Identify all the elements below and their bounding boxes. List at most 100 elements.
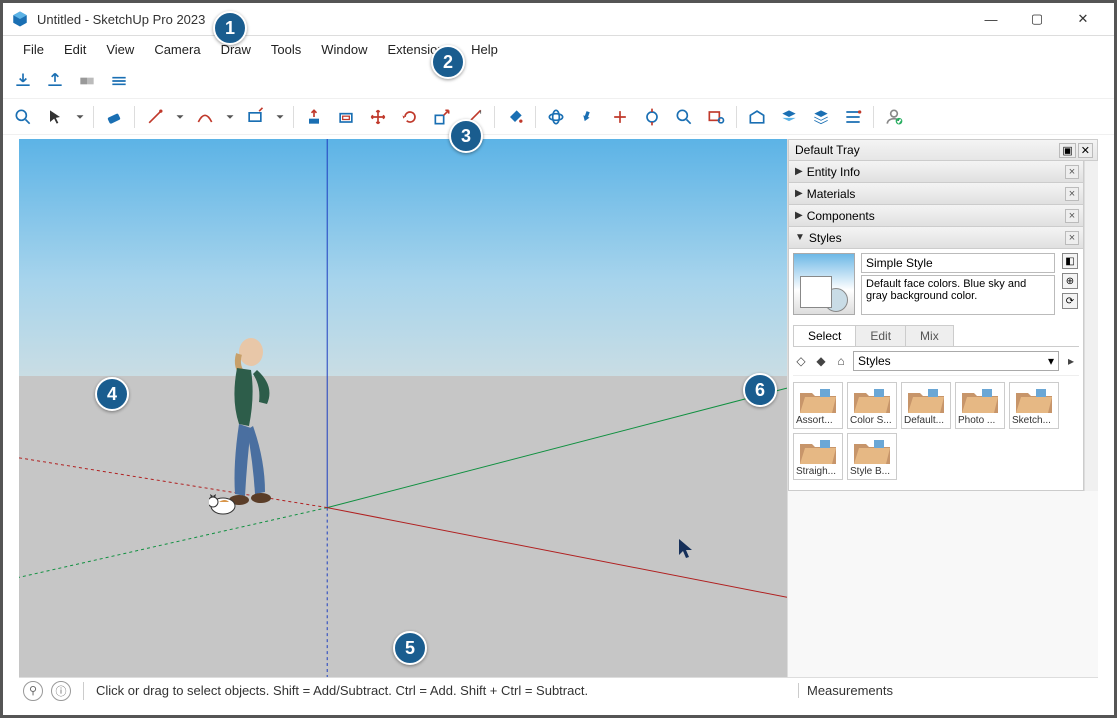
zoom-icon[interactable] — [670, 103, 698, 131]
extensions-toolbar — [3, 63, 1114, 99]
3d-viewport[interactable] — [19, 139, 788, 677]
rectangle-tool-icon[interactable] — [241, 103, 269, 131]
paint-bucket-icon[interactable] — [501, 103, 529, 131]
folder-label: Default... — [904, 415, 948, 426]
tags-icon[interactable] — [839, 103, 867, 131]
search-icon[interactable] — [9, 103, 37, 131]
line-tool-icon[interactable] — [141, 103, 169, 131]
collapse-icon: ▼ — [795, 232, 805, 243]
warehouse-icon[interactable] — [743, 103, 771, 131]
tray-header[interactable]: Default Tray ▣ ✕ — [788, 139, 1098, 161]
separator — [83, 682, 84, 700]
style-folder[interactable]: Photo ... — [955, 382, 1005, 429]
geo-location-icon[interactable]: ⚲ — [23, 681, 43, 701]
style-folder[interactable]: Assort... — [793, 382, 843, 429]
home-icon[interactable]: ⌂ — [833, 353, 849, 369]
folder-icon — [960, 385, 1000, 415]
maximize-button[interactable]: ▢ — [1014, 3, 1060, 35]
style-folder[interactable]: Default... — [901, 382, 951, 429]
arc-dropdown-icon[interactable] — [223, 103, 237, 131]
minimize-button[interactable]: — — [968, 3, 1014, 35]
extension-manager-icon[interactable] — [73, 67, 101, 95]
account-icon[interactable] — [880, 103, 908, 131]
panel-label: Components — [807, 209, 875, 223]
look-around-icon[interactable] — [638, 103, 666, 131]
title-bar: Untitled - SketchUp Pro 2023 — ▢ ✕ — [3, 3, 1114, 35]
menu-help[interactable]: Help — [461, 38, 508, 61]
move-icon[interactable] — [364, 103, 392, 131]
tab-select[interactable]: Select — [793, 325, 856, 346]
styles-panel-body: Simple Style Default face colors. Blue s… — [788, 249, 1084, 491]
extension-settings-icon[interactable] — [105, 67, 133, 95]
tray-scrollbar[interactable] — [1084, 161, 1098, 491]
zoom-extents-icon[interactable] — [606, 103, 634, 131]
rectangle-dropdown-icon[interactable] — [273, 103, 287, 131]
arc-tool-icon[interactable] — [191, 103, 219, 131]
style-refresh-icon[interactable]: ⟳ — [1062, 293, 1078, 309]
orbit-icon[interactable] — [542, 103, 570, 131]
style-folder[interactable]: Style B... — [847, 433, 897, 480]
scale-figure — [209, 334, 299, 524]
panel-entity-info[interactable]: ▶ Entity Info × — [788, 161, 1084, 183]
line-dropdown-icon[interactable] — [173, 103, 187, 131]
folder-label: Color S... — [850, 415, 894, 426]
pan-icon[interactable] — [574, 103, 602, 131]
styles-nav: ◇ ◆ ⌂ Styles ▾ ▸ — [793, 347, 1079, 376]
folder-icon — [798, 436, 838, 466]
panel-close-icon[interactable]: × — [1065, 209, 1079, 223]
warehouse-upload-icon[interactable] — [41, 67, 69, 95]
styles-path-combo[interactable]: Styles ▾ — [853, 351, 1059, 371]
select-dropdown-icon[interactable] — [73, 103, 87, 131]
panel-close-icon[interactable]: × — [1065, 231, 1079, 245]
close-button[interactable]: ✕ — [1060, 3, 1106, 35]
style-folder[interactable]: Sketch... — [1009, 382, 1059, 429]
style-name-input[interactable]: Simple Style — [861, 253, 1055, 273]
folder-icon — [1014, 385, 1054, 415]
panel-label: Styles — [809, 231, 842, 245]
panel-close-icon[interactable]: × — [1065, 165, 1079, 179]
menu-edit[interactable]: Edit — [54, 38, 96, 61]
style-create-icon[interactable]: ⊕ — [1062, 273, 1078, 289]
outliner-icon[interactable] — [807, 103, 835, 131]
select-tool-icon[interactable] — [41, 103, 69, 131]
nav-forward-icon[interactable]: ◆ — [813, 353, 829, 369]
tab-edit[interactable]: Edit — [855, 325, 906, 346]
rotate-icon[interactable] — [396, 103, 424, 131]
panel-components[interactable]: ▶ Components × — [788, 205, 1084, 227]
panel-styles[interactable]: ▼ Styles × — [788, 227, 1084, 249]
axes — [19, 139, 787, 677]
offset-icon[interactable] — [332, 103, 360, 131]
style-update-icon[interactable]: ◧ — [1062, 253, 1078, 269]
folder-icon — [852, 385, 892, 415]
menu-view[interactable]: View — [96, 38, 144, 61]
expand-icon: ▶ — [795, 188, 803, 199]
tray-close-icon[interactable]: ✕ — [1078, 143, 1093, 158]
panel-label: Entity Info — [807, 165, 860, 179]
layers-icon[interactable] — [775, 103, 803, 131]
style-thumbnail[interactable] — [793, 253, 855, 315]
style-description-input[interactable]: Default face colors. Blue sky and gray b… — [861, 275, 1055, 315]
style-folder[interactable]: Straigh... — [793, 433, 843, 480]
menu-window[interactable]: Window — [311, 38, 377, 61]
menu-tools[interactable]: Tools — [261, 38, 311, 61]
folder-icon — [852, 436, 892, 466]
window-title: Untitled - SketchUp Pro 2023 — [37, 12, 968, 27]
menu-camera[interactable]: Camera — [144, 38, 210, 61]
tray-pin-icon[interactable]: ▣ — [1059, 143, 1075, 158]
tab-mix[interactable]: Mix — [905, 325, 954, 346]
callout-6: 6 — [743, 373, 777, 407]
details-icon[interactable]: ▸ — [1063, 353, 1079, 369]
menu-file[interactable]: File — [13, 38, 54, 61]
panel-close-icon[interactable]: × — [1065, 187, 1079, 201]
style-folder[interactable]: Color S... — [847, 382, 897, 429]
nav-back-icon[interactable]: ◇ — [793, 353, 809, 369]
app-icon — [11, 10, 29, 28]
separator — [134, 106, 135, 128]
pushpull-icon[interactable] — [300, 103, 328, 131]
measurements-label: Measurements — [798, 683, 1098, 698]
panel-materials[interactable]: ▶ Materials × — [788, 183, 1084, 205]
warehouse-download-icon[interactable] — [9, 67, 37, 95]
zoom-window-icon[interactable] — [702, 103, 730, 131]
credits-icon[interactable]: ⓘ — [51, 681, 71, 701]
eraser-icon[interactable] — [100, 103, 128, 131]
